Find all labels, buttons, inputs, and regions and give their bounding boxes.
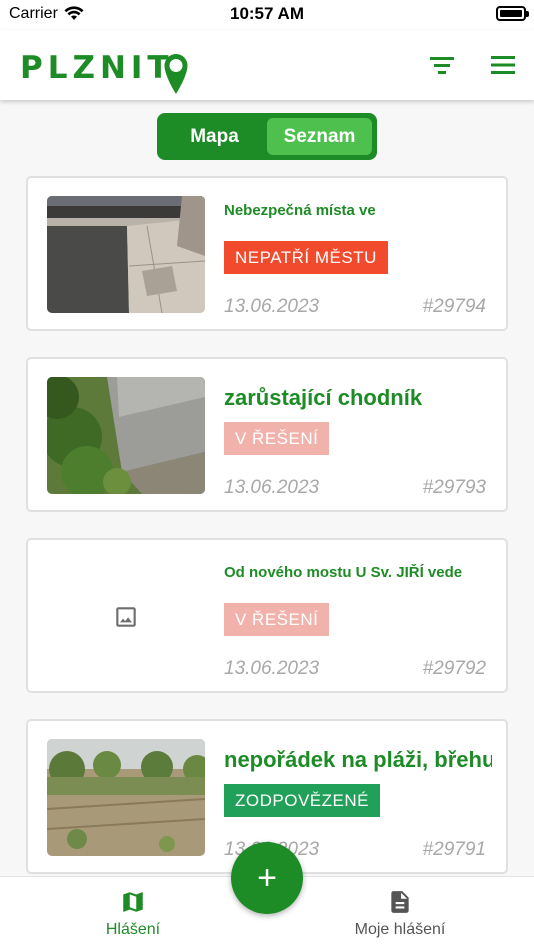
report-title: Od nového mostu U Sv. JIŘÍ vede xyxy=(224,564,463,581)
report-id: #29792 xyxy=(422,658,486,679)
location-pin-icon xyxy=(164,54,188,94)
app-logo: PLZNIT xyxy=(20,50,174,86)
tab-my-reports-label: Moje hlášení xyxy=(354,921,446,938)
status-bar: Carrier 10:57 AM xyxy=(0,0,534,30)
report-id: #29794 xyxy=(422,296,486,317)
filter-icon xyxy=(430,57,454,74)
report-id: #29791 xyxy=(422,839,486,860)
report-date: 13.06.2023 xyxy=(224,296,320,317)
tab-reports-label: Hlášení xyxy=(105,921,161,938)
hamburger-menu-icon xyxy=(491,56,515,74)
report-date: 13.06.2023 xyxy=(224,477,320,498)
report-photo xyxy=(47,377,205,494)
status-time: 10:57 AM xyxy=(229,4,304,23)
report-id: #29793 xyxy=(422,477,486,498)
report-list: Nebezpečná místa ve NEPATŘÍ MĚSTU 13.06.… xyxy=(26,176,508,900)
report-card[interactable]: zarůstající chodník V ŘEŠENÍ 13.06.2023 … xyxy=(26,357,508,512)
image-placeholder-icon xyxy=(116,606,136,627)
report-title: Nebezpečná místa ve xyxy=(224,202,376,219)
report-title: zarůstající chodník xyxy=(224,385,423,410)
filter-button[interactable] xyxy=(427,50,457,80)
map-icon xyxy=(123,892,143,912)
status-badge: ZODPOVĚZENÉ xyxy=(224,784,380,817)
status-badge: V ŘEŠENÍ xyxy=(224,422,330,455)
tab-reports[interactable]: Hlášení xyxy=(53,889,213,939)
add-report-button[interactable]: + xyxy=(231,842,303,914)
status-badge: V ŘEŠENÍ xyxy=(224,603,330,636)
status-badge: NEPATŘÍ MĚSTU xyxy=(224,241,388,274)
map-view-button[interactable]: Mapa xyxy=(162,118,267,155)
report-title: nepořádek na pláži, břehu xyxy=(224,747,492,772)
tab-my-reports[interactable]: Moje hlášení xyxy=(320,889,480,939)
report-card[interactable]: Od nového mostu U Sv. JIŘÍ vede V ŘEŠENÍ… xyxy=(26,538,508,693)
report-photo xyxy=(47,196,205,313)
menu-button[interactable] xyxy=(488,50,518,80)
app-header: PLZNIT xyxy=(0,30,534,100)
list-view-button[interactable]: Seznam xyxy=(267,118,372,155)
report-card[interactable]: Nebezpečná místa ve NEPATŘÍ MĚSTU 13.06.… xyxy=(26,176,508,331)
view-toggle: Mapa Seznam xyxy=(157,113,377,160)
battery-icon xyxy=(496,6,529,21)
report-photo xyxy=(47,739,205,856)
document-icon xyxy=(391,891,409,913)
report-date: 13.06.2023 xyxy=(224,658,320,679)
report-photo-placeholder xyxy=(47,558,205,675)
